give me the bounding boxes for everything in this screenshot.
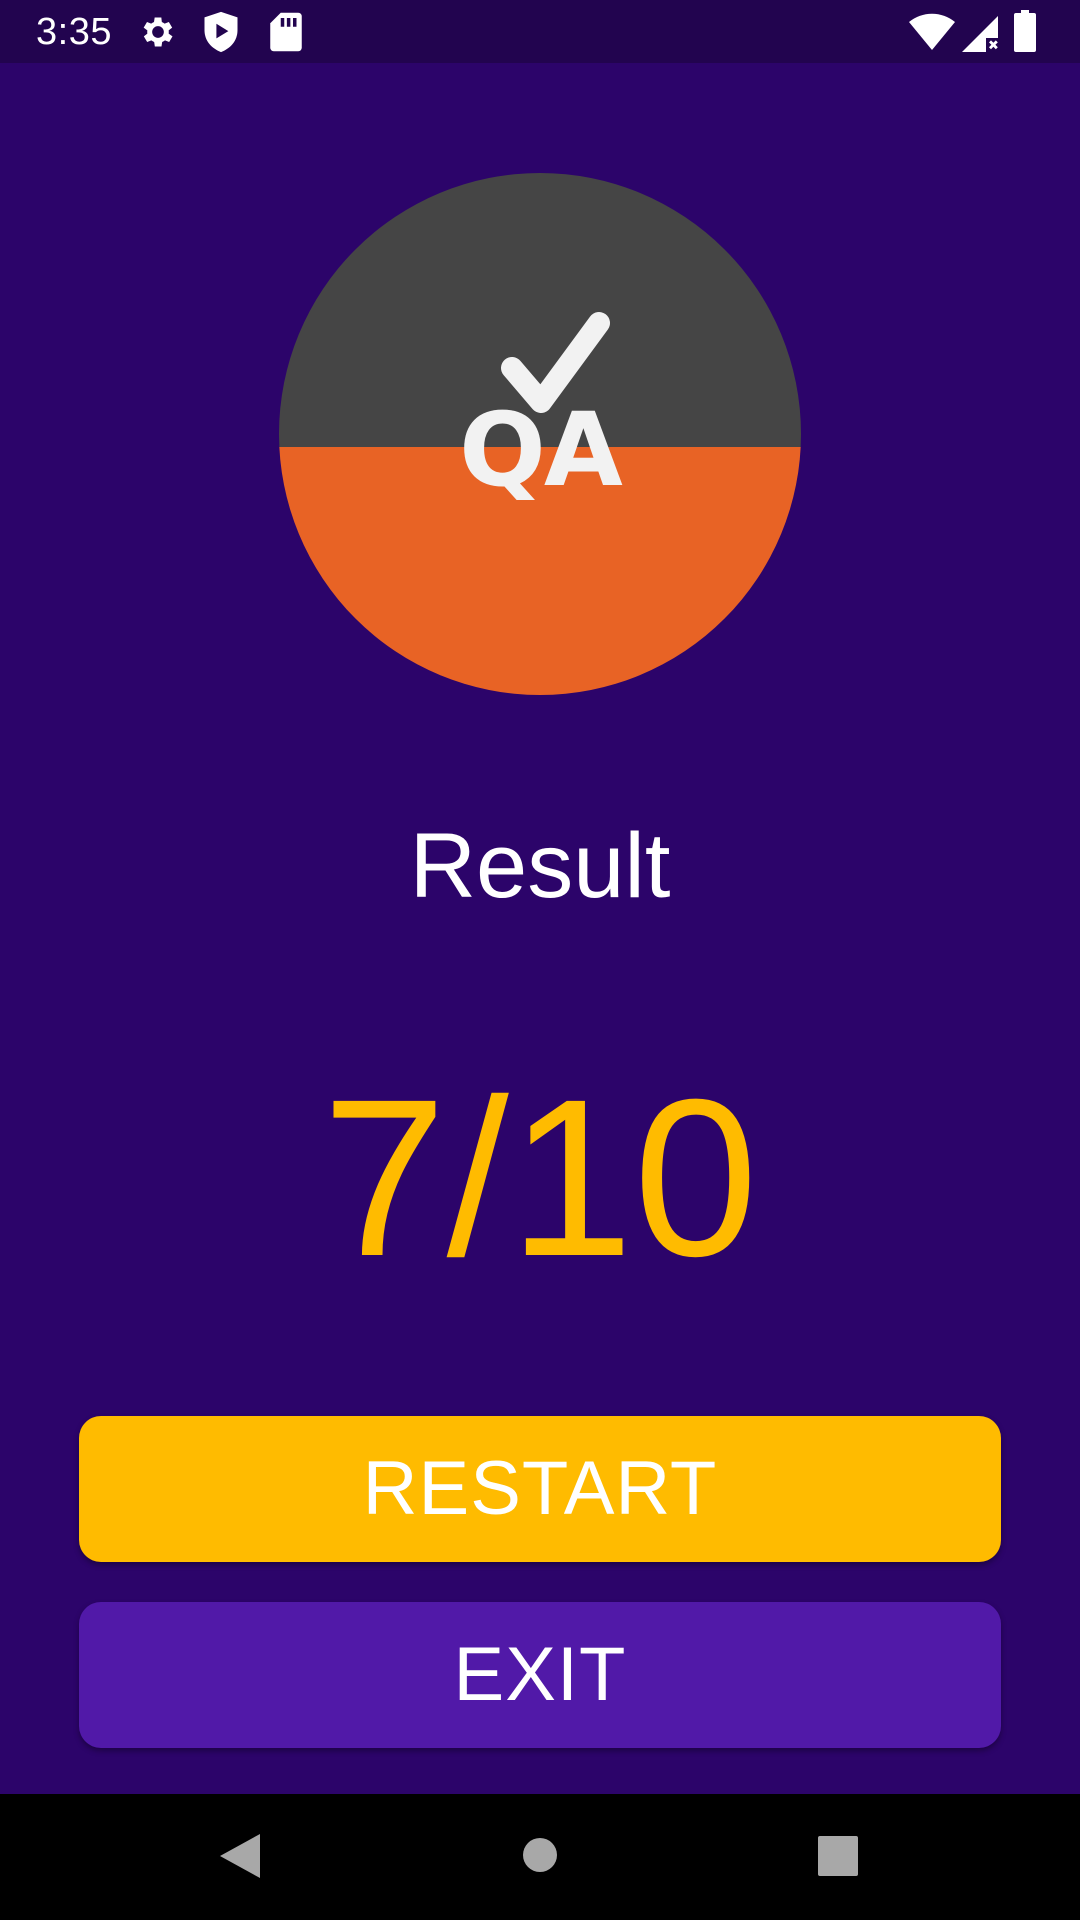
shield-play-icon bbox=[204, 11, 238, 53]
sd-card-icon bbox=[270, 12, 302, 52]
exit-button[interactable]: EXIT bbox=[79, 1602, 1001, 1748]
restart-button[interactable]: RESTART bbox=[79, 1416, 1001, 1562]
battery-icon bbox=[1014, 10, 1036, 52]
recents-square-icon[interactable] bbox=[818, 1836, 858, 1876]
result-screen: QA Result 7/10 RESTART EXIT bbox=[0, 63, 1080, 1794]
qa-logo: QA bbox=[279, 173, 801, 695]
logo-text: QA bbox=[459, 391, 623, 510]
gear-icon bbox=[143, 17, 173, 47]
navigation-bar bbox=[0, 1794, 1080, 1920]
result-title: Result bbox=[409, 815, 671, 917]
cell-signal-icon bbox=[962, 16, 998, 52]
score-value: 7/10 bbox=[322, 1053, 758, 1303]
home-circle-icon[interactable] bbox=[522, 1837, 558, 1873]
status-bar: 3:35 bbox=[0, 0, 1080, 63]
back-triangle-icon[interactable] bbox=[218, 1832, 262, 1880]
wifi-icon bbox=[909, 13, 955, 50]
status-time: 3:35 bbox=[36, 11, 112, 53]
